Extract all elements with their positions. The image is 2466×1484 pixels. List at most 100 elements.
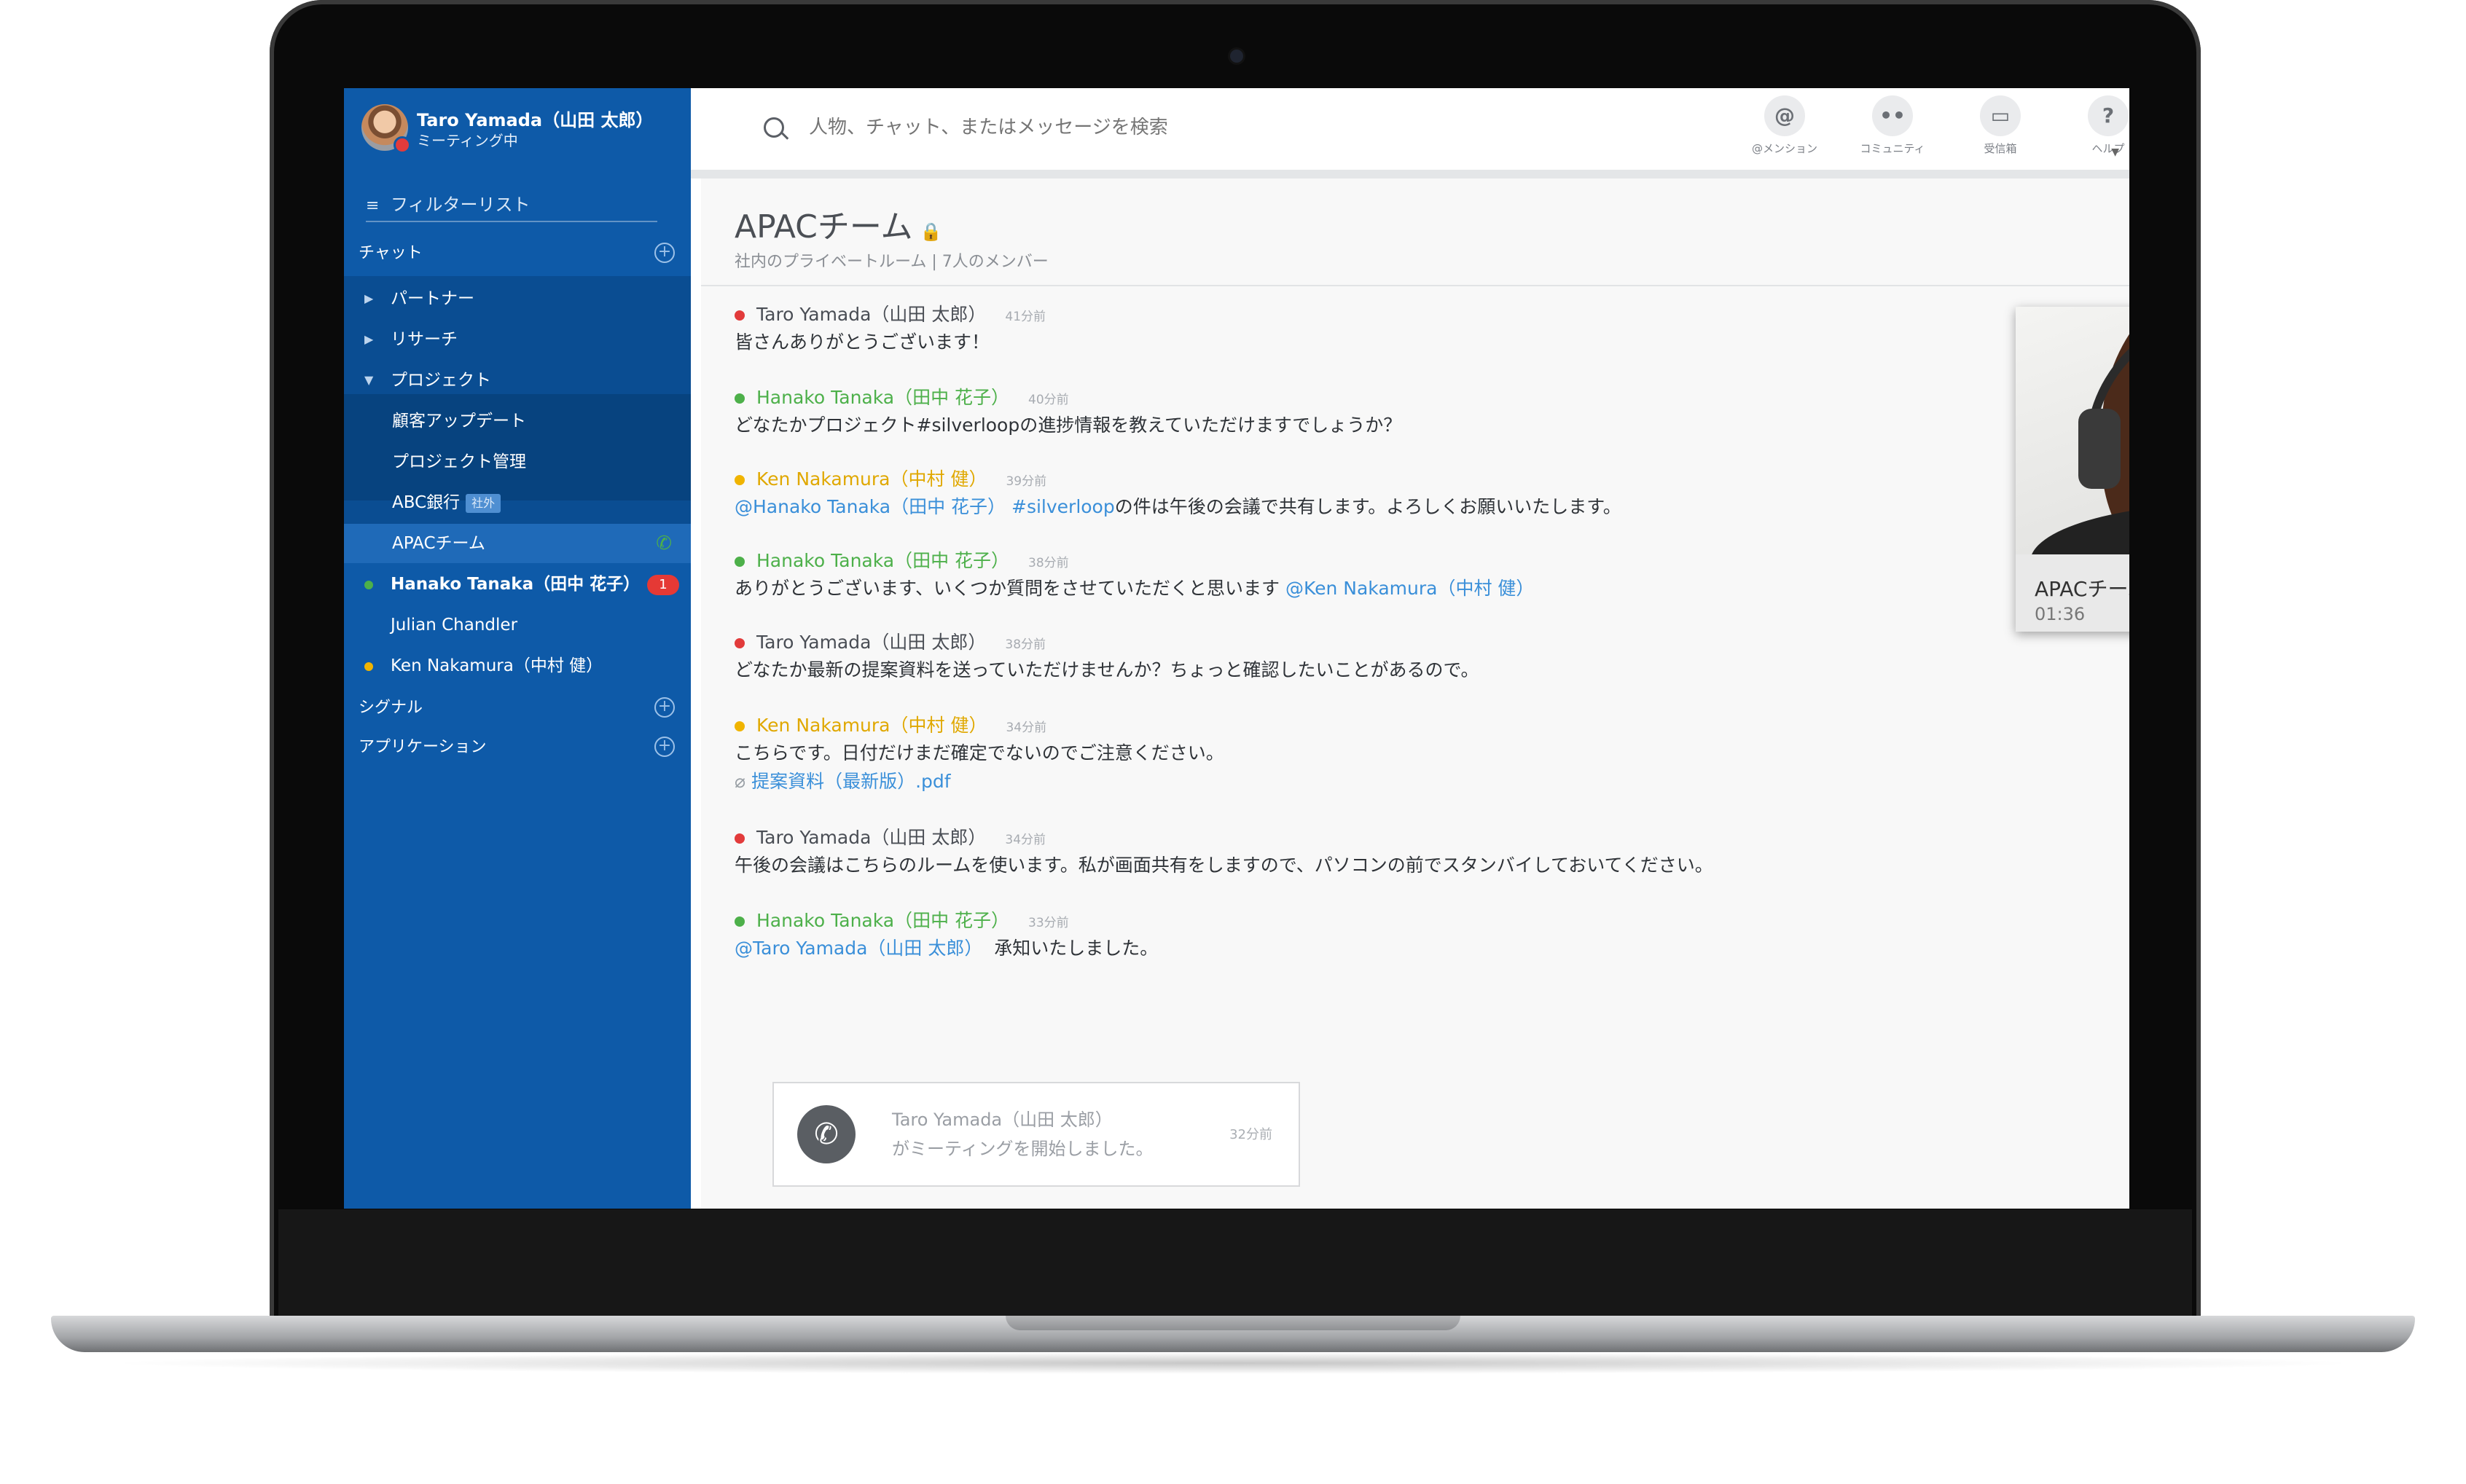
section-chat[interactable]: チャット + <box>359 240 679 276</box>
room-title: APACチーム 🔒 <box>735 200 942 247</box>
meeting-started-card[interactable]: ✆ Taro Yamada（山田 太郎） がミーティングを開始しました。 32分… <box>772 1082 1300 1187</box>
message-text: 午後の会議はこちらのルームを使います。私が画面共有をしますので、パソコンの前でス… <box>735 855 1713 876</box>
message-text: どなたか最新の提案資料を送っていただけませんか？ちょっと確認したいことがあるので… <box>735 659 1479 680</box>
inbox-icon: ▭ <box>1980 95 2021 136</box>
message-author[interactable]: Taro Yamada（山田 太郎） <box>756 827 986 848</box>
call-timer: 01:36 <box>2035 604 2086 624</box>
add-app-icon[interactable]: + <box>654 737 675 757</box>
file-attachment[interactable]: ⌀ 提案資料（最新版）.pdf <box>735 767 1755 796</box>
lock-icon: 🔒 <box>920 221 942 242</box>
sidebar-item-hanako[interactable]: Hanako Tanaka（田中 花子） 1 <box>344 565 691 604</box>
message-author[interactable]: Hanako Tanaka（田中 花子） <box>756 910 1009 931</box>
busy-status-icon <box>735 310 745 321</box>
filter-icon: ≡ <box>366 197 380 215</box>
online-status-icon <box>735 393 745 404</box>
add-chat-icon[interactable]: + <box>654 243 675 263</box>
section-apps-label: アプリケーション <box>359 738 487 756</box>
help-button[interactable]: ? ヘルプ <box>2068 95 2129 165</box>
at-icon: @ <box>1764 95 1805 136</box>
message-author[interactable]: Ken Nakamura（中村 健） <box>756 468 987 490</box>
section-chat-label: チャット <box>359 244 423 262</box>
phone-icon: ✆ <box>797 1105 856 1163</box>
message-author[interactable]: Ken Nakamura（中村 健） <box>756 715 987 736</box>
chevron-right-icon: ▶ <box>364 291 374 305</box>
filter-list[interactable]: ≡ フィルターリスト <box>366 190 657 222</box>
chevron-down-icon: ▼ <box>364 373 374 387</box>
section-apps[interactable]: アプリケーション + <box>359 734 679 770</box>
message-item: Ken Nakamura（中村 健） 34分前 こちらです。日付だけまだ確定でない… <box>735 712 1755 796</box>
headset-cup-left <box>2078 409 2121 489</box>
sidebar-item-label: パートナー <box>391 289 474 308</box>
call-room-name: APACチーム <box>2035 577 2129 601</box>
online-status-icon <box>735 557 745 567</box>
laptop-notch <box>1006 1316 1460 1330</box>
sidebar-item-label: ABC銀行 <box>392 493 461 512</box>
sidebar-item-label: リサーチ <box>391 330 458 349</box>
user-status: ミーティング中 <box>417 132 518 149</box>
sidebar-item-label: プロジェクト管理 <box>392 452 526 471</box>
sidebar-item-label: 顧客アップデート <box>392 412 526 431</box>
busy-status-icon <box>735 638 745 648</box>
sidebar-item-label: Hanako Tanaka（田中 花子） <box>391 575 641 594</box>
message-author[interactable]: Hanako Tanaka（田中 花子） <box>756 387 1009 408</box>
mention-link[interactable]: @Hanako Tanaka（田中 花子） <box>735 496 1006 517</box>
sidebar-item-partner[interactable]: ▶ パートナー <box>344 279 691 318</box>
sidebar-item-apac-team[interactable]: APACチーム ✆ <box>344 524 691 563</box>
sidebar-item-ken[interactable]: Ken Nakamura（中村 健） <box>344 646 691 686</box>
online-status-icon <box>735 916 745 927</box>
hashtag-link[interactable]: #silverloop <box>1011 496 1115 517</box>
call-status-text: がミーティングを開始しました。 <box>892 1139 1154 1159</box>
online-status-icon <box>364 581 373 589</box>
sidebar-item-label: APACチーム <box>392 534 485 553</box>
message-author[interactable]: Taro Yamada（山田 太郎） <box>756 632 986 653</box>
video-call-window[interactable]: APACチーム 01:36 🎙 ☎ <box>2016 307 2129 632</box>
search-icon[interactable] <box>764 117 784 138</box>
video-feed <box>2016 307 2129 554</box>
chevron-down-icon[interactable]: ▼ <box>2111 146 2119 158</box>
sidebar-item-project-management[interactable]: プロジェクト管理 <box>344 442 691 482</box>
community-icon: •• <box>1872 95 1913 136</box>
message-item: Ken Nakamura（中村 健） 39分前 @Hanako Tanaka（田中… <box>735 466 1755 521</box>
inbox-button[interactable]: ▭ 受信箱 <box>1960 95 2040 165</box>
sidebar-item-project[interactable]: ▼ プロジェクト <box>344 361 691 400</box>
room-subtitle: 社内のプライベートルーム | 7人のメンバー <box>735 253 1049 271</box>
help-label: ヘルプ <box>2091 142 2125 155</box>
message-item: Hanako Tanaka（田中 花子） 38分前 ありがとうございます、いくつか… <box>735 547 1755 602</box>
message-time: 41分前 <box>1005 310 1046 324</box>
away-status-icon <box>364 662 373 671</box>
user-header[interactable]: Taro Yamada（山田 太郎） ミーティング中 <box>344 88 691 170</box>
section-signal[interactable]: シグナル + <box>359 694 679 731</box>
sidebar-item-abc-bank[interactable]: ABC銀行 社外 <box>344 483 691 522</box>
laptop-shadow <box>102 1352 2364 1374</box>
sidebar-item-customer-update[interactable]: 顧客アップデート <box>344 401 691 441</box>
add-signal-icon[interactable]: + <box>654 697 675 718</box>
sidebar: Taro Yamada（山田 太郎） ミーティング中 ≡ フィルターリスト チャッ… <box>344 88 691 1209</box>
message-time: 34分前 <box>1006 721 1047 735</box>
divider <box>701 285 2129 286</box>
mentions-button[interactable]: @ @メンション <box>1745 95 1825 165</box>
app-screen: Taro Yamada（山田 太郎） ミーティング中 ≡ フィルターリスト チャッ… <box>344 88 2129 1209</box>
busy-status-icon <box>735 833 745 844</box>
message-item: Taro Yamada（山田 太郎） 41分前 皆さんありがとうございます！ <box>735 301 1755 356</box>
call-host-name: Taro Yamada（山田 太郎） <box>892 1110 1113 1130</box>
external-tag: 社外 <box>466 493 501 513</box>
section-signal-label: シグナル <box>359 699 423 717</box>
message-author[interactable]: Taro Yamada（山田 太郎） <box>756 304 986 325</box>
message-item: Taro Yamada（山田 太郎） 34分前 午後の会議はこちらのルームを使いま… <box>735 824 1755 879</box>
chat-area: APACチーム 🔒 社内のプライベートルーム | 7人のメンバー Taro Yam… <box>701 178 2129 1209</box>
unread-badge: 1 <box>647 575 679 595</box>
mention-link[interactable]: @Ken Nakamura（中村 健） <box>1285 578 1534 599</box>
message-author[interactable]: Hanako Tanaka（田中 花子） <box>756 550 1009 571</box>
community-button[interactable]: •• コミュニティ <box>1852 95 1933 165</box>
mention-link[interactable]: @Taro Yamada（山田 太郎） <box>735 938 982 959</box>
webcam-icon <box>1230 50 1243 63</box>
search-input[interactable] <box>807 110 1466 145</box>
file-name: 提案資料（最新版）.pdf <box>751 771 951 792</box>
top-bar: @ @メンション •• コミュニティ ▭ 受信箱 ? ヘルプ ✹ 設定 ▼ <box>691 88 2129 178</box>
sidebar-item-julian[interactable]: Julian Chandler <box>344 605 691 645</box>
paperclip-icon: ⌀ <box>735 771 746 792</box>
message-text: どなたかプロジェクト#silverloopの進捗情報を教えていただけますでしょう… <box>735 415 1402 436</box>
message-time: 39分前 <box>1006 474 1047 489</box>
sidebar-item-research[interactable]: ▶ リサーチ <box>344 320 691 359</box>
help-icon: ? <box>2088 95 2129 136</box>
